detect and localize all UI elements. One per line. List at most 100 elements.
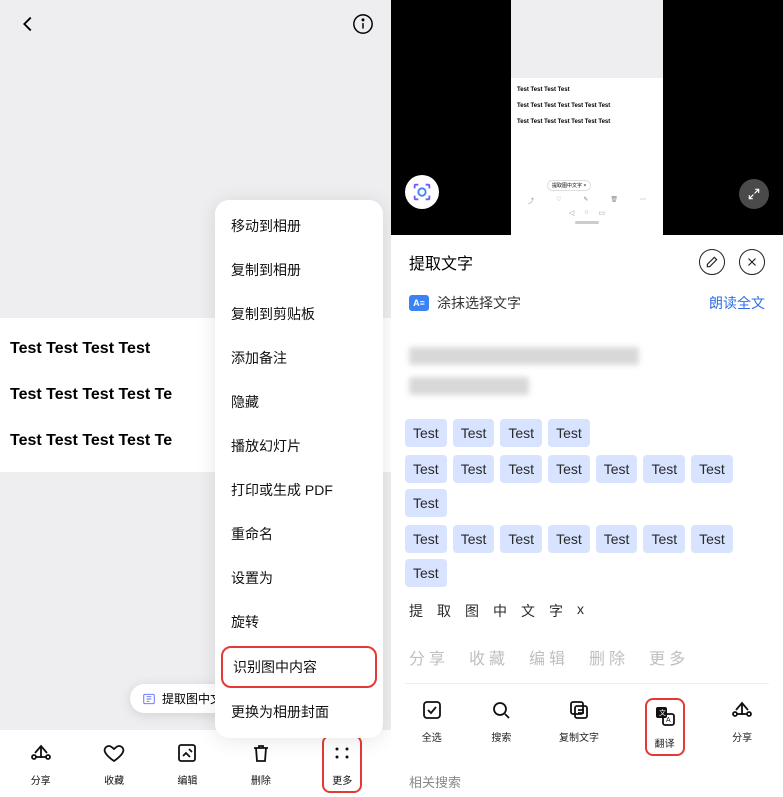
copy-icon	[567, 698, 591, 725]
text-token[interactable]: Test	[500, 419, 542, 447]
menu-item-5[interactable]: 播放幻灯片	[215, 424, 383, 468]
gray-action[interactable]: 更多	[649, 645, 689, 669]
preview-chip: 提取图中文字 ×	[547, 180, 591, 191]
read-all-link[interactable]: 朗读全文	[709, 293, 765, 313]
action-translate[interactable]: 文A翻译	[645, 698, 685, 756]
action-share[interactable]: 分享	[730, 698, 754, 756]
right-screenshot: Test Test Test Test Test Test Test Test …	[391, 0, 783, 797]
bottom-label: 编辑	[177, 772, 197, 787]
bottom-heart[interactable]: 收藏	[102, 741, 126, 787]
action-select-all[interactable]: 全选	[420, 698, 444, 756]
tokens-plain: 提取图中文字x	[391, 591, 783, 631]
related-search-label: 相关搜索	[391, 762, 783, 797]
menu-item-6[interactable]: 打印或生成 PDF	[215, 468, 383, 512]
sheet-handle-mini	[575, 221, 599, 224]
text-token[interactable]: Test	[548, 525, 590, 553]
edit-icon	[175, 741, 199, 768]
select-all-icon	[420, 698, 444, 725]
blurred-text	[391, 327, 783, 415]
preview-line: Test Test Test Test	[517, 82, 657, 98]
menu-item-11[interactable]: 更换为相册封面	[215, 690, 383, 734]
text-token[interactable]: Test	[643, 455, 685, 483]
text-token[interactable]: 字	[545, 595, 567, 627]
text-token[interactable]: Test	[453, 419, 495, 447]
action-row: 全选 搜索复制文字 文A翻译分享	[391, 690, 783, 762]
search-icon	[489, 698, 513, 725]
chip-label: 提取图中文	[162, 690, 222, 707]
text-token[interactable]: 文	[517, 595, 539, 627]
back-icon[interactable]	[16, 12, 40, 36]
gray-action[interactable]: 收藏	[469, 645, 509, 669]
preview-line: Test Test Test Test Test Test Test	[517, 114, 657, 130]
share-icon	[730, 698, 754, 725]
text-token[interactable]: 中	[489, 595, 511, 627]
text-token[interactable]: Test	[643, 525, 685, 553]
text-token[interactable]: Test	[500, 525, 542, 553]
bottom-edit[interactable]: 编辑	[175, 741, 199, 787]
text-token[interactable]: Test	[691, 525, 733, 553]
text-token[interactable]: x	[573, 595, 588, 627]
tokens-row-1: TestTestTestTest	[391, 415, 783, 451]
menu-item-1[interactable]: 复制到相册	[215, 248, 383, 292]
menu-item-4[interactable]: 隐藏	[215, 380, 383, 424]
text-badge-icon: A≡	[409, 295, 429, 311]
text-token[interactable]: Test	[405, 559, 447, 587]
menu-item-8[interactable]: 设置为	[215, 556, 383, 600]
text-token[interactable]: 提	[405, 595, 427, 627]
gray-actions: 分享收藏编辑删除更多	[391, 631, 783, 677]
action-label: 全选	[422, 729, 442, 744]
select-label: 涂抹选择文字	[437, 293, 521, 313]
menu-item-2[interactable]: 复制到剪贴板	[215, 292, 383, 336]
gray-action[interactable]: 编辑	[529, 645, 569, 669]
gray-action[interactable]: 删除	[589, 645, 629, 669]
left-topbar	[0, 0, 391, 48]
expand-button[interactable]	[739, 179, 769, 209]
preview-line: Test Test Test Test Test Test Test	[517, 98, 657, 114]
text-token[interactable]: Test	[453, 455, 495, 483]
menu-item-10[interactable]: 识别图中内容	[221, 646, 377, 688]
lens-icon	[411, 181, 433, 203]
text-token[interactable]: Test	[405, 419, 447, 447]
preview-image[interactable]: Test Test Test Test Test Test Test Test …	[511, 0, 663, 235]
text-token[interactable]: Test	[405, 525, 447, 553]
menu-item-0[interactable]: 移动到相册	[215, 204, 383, 248]
menu-item-7[interactable]: 重命名	[215, 512, 383, 556]
extract-sheet: 提取文字 A≡ 涂抹选择文字 朗读全文 TestTestTestTest Tes…	[391, 235, 783, 797]
text-token[interactable]: Test	[596, 525, 638, 553]
bottom-trash[interactable]: 删除	[249, 741, 273, 787]
text-token[interactable]: Test	[548, 455, 590, 483]
divider	[405, 683, 769, 684]
menu-item-3[interactable]: 添加备注	[215, 336, 383, 380]
text-token[interactable]: 取	[433, 595, 455, 627]
close-sheet-button[interactable]	[739, 249, 765, 275]
text-token[interactable]: Test	[405, 455, 447, 483]
more-icon	[330, 741, 354, 768]
info-icon[interactable]	[351, 12, 375, 36]
bottom-label: 收藏	[104, 772, 124, 787]
lens-button[interactable]	[405, 175, 439, 209]
tokens-row-3: TestTestTestTestTestTestTestTest	[391, 521, 783, 591]
text-token[interactable]: 图	[461, 595, 483, 627]
text-token[interactable]: Test	[691, 455, 733, 483]
gray-action[interactable]: 分享	[409, 645, 449, 669]
edit-sheet-button[interactable]	[699, 249, 725, 275]
text-token[interactable]: Test	[548, 419, 590, 447]
text-token[interactable]: Test	[500, 455, 542, 483]
action-search[interactable]: 搜索	[489, 698, 513, 756]
text-token[interactable]: Test	[596, 455, 638, 483]
text-token[interactable]: Test	[453, 525, 495, 553]
sheet-title: 提取文字	[409, 250, 473, 274]
heart-icon	[102, 741, 126, 768]
text-token[interactable]: Test	[405, 489, 447, 517]
action-label: 分享	[732, 729, 752, 744]
preview-area: Test Test Test Test Test Test Test Test …	[391, 0, 783, 235]
action-label: 复制文字	[559, 729, 599, 744]
bottom-more[interactable]: 更多	[322, 735, 362, 793]
bottom-share[interactable]: 分享	[29, 741, 53, 787]
svg-text:A: A	[666, 717, 671, 724]
svg-text:文: 文	[659, 708, 666, 717]
action-copy[interactable]: 复制文字	[559, 698, 599, 756]
translate-icon: 文A	[653, 704, 677, 731]
text-extract-icon	[142, 692, 156, 706]
menu-item-9[interactable]: 旋转	[215, 600, 383, 644]
